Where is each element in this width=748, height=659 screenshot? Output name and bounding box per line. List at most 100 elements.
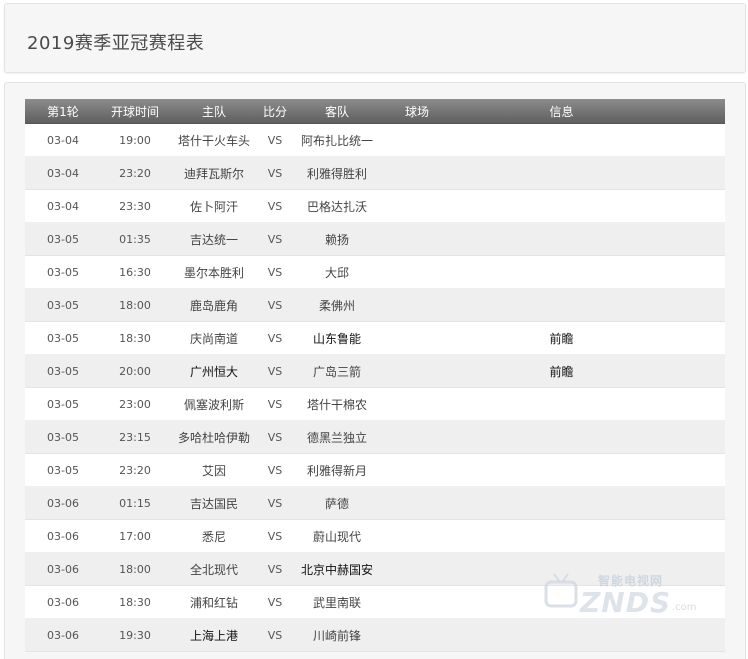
home-team[interactable]: 上海上港: [169, 627, 259, 644]
header-round[interactable]: 第1轮: [25, 103, 101, 120]
header-kickoff-time: 开球时间: [110, 104, 159, 119]
match-date: 03-05: [47, 265, 79, 279]
away-team[interactable]: 利雅得胜利: [291, 165, 383, 182]
match-date: 03-04: [47, 166, 79, 180]
match-date: 03-05: [47, 463, 79, 477]
kickoff-time: 18:30: [119, 331, 151, 345]
header-home-team: 主队: [201, 104, 226, 119]
schedule-table: 第1轮 开球时间 主队 比分 客队 球场 信息 03-04 19:00 塔什干火…: [25, 99, 725, 652]
score-vs: VS: [267, 166, 283, 180]
away-team[interactable]: 北京中赫国安: [291, 561, 383, 578]
kickoff-time: 19:30: [119, 628, 151, 642]
home-team[interactable]: 佐卜阿汗: [169, 198, 259, 215]
match-date: 03-05: [47, 298, 79, 312]
kickoff-time: 16:30: [119, 265, 151, 279]
match-date: 03-04: [47, 133, 79, 147]
match-date: 03-05: [47, 232, 79, 246]
home-team[interactable]: 墨尔本胜利: [169, 264, 259, 281]
preview-link[interactable]: 前瞻: [451, 330, 672, 347]
table-row: 03-04 23:20 迪拜瓦斯尔 VS 利雅得胜利: [25, 157, 725, 190]
kickoff-time: 23:15: [119, 430, 151, 444]
home-team[interactable]: 全北现代: [169, 561, 259, 578]
kickoff-time: 19:00: [119, 133, 151, 147]
home-team[interactable]: 吉达统一: [169, 231, 259, 248]
score-vs: VS: [267, 265, 283, 279]
match-date: 03-06: [47, 595, 79, 609]
score-vs: VS: [267, 595, 283, 609]
match-date: 03-06: [47, 496, 79, 510]
score-vs: VS: [267, 463, 283, 477]
kickoff-time: 23:20: [119, 166, 151, 180]
table-row: 03-04 19:00 塔什干火车头 VS 阿布扎比统一: [25, 124, 725, 157]
score-vs: VS: [267, 232, 283, 246]
table-row: 03-05 18:00 鹿岛鹿角 VS 柔佛州: [25, 289, 725, 322]
away-team[interactable]: 萨德: [291, 495, 383, 512]
away-team[interactable]: 塔什干棉农: [291, 396, 383, 413]
score-vs: VS: [267, 331, 283, 345]
table-row: 03-06 18:30 浦和红钻 VS 武里南联: [25, 586, 725, 619]
kickoff-time: 18:00: [119, 298, 151, 312]
header-info: 信息: [549, 104, 574, 119]
score-vs: VS: [267, 628, 283, 642]
home-team[interactable]: 迪拜瓦斯尔: [169, 165, 259, 182]
header-venue: 球场: [404, 104, 429, 119]
score-vs: VS: [267, 199, 283, 213]
away-team[interactable]: 德黑兰独立: [291, 429, 383, 446]
schedule-panel: 第1轮 开球时间 主队 比分 客队 球场 信息 03-04 19:00 塔什干火…: [4, 82, 746, 659]
kickoff-time: 18:00: [119, 562, 151, 576]
kickoff-time: 23:30: [119, 199, 151, 213]
score-vs: VS: [267, 562, 283, 576]
away-team[interactable]: 武里南联: [291, 594, 383, 611]
table-row: 03-05 01:35 吉达统一 VS 赖扬: [25, 223, 725, 256]
kickoff-time: 01:35: [119, 232, 151, 246]
kickoff-time: 17:00: [119, 529, 151, 543]
table-row: 03-05 18:30 庆尚南道 VS 山东鲁能 前瞻: [25, 322, 725, 355]
table-row: 03-05 20:00 广州恒大 VS 广岛三箭 前瞻: [25, 355, 725, 388]
away-team[interactable]: 大邱: [291, 264, 383, 281]
match-date: 03-06: [47, 529, 79, 543]
home-team[interactable]: 鹿岛鹿角: [169, 297, 259, 314]
table-row: 03-06 18:00 全北现代 VS 北京中赫国安: [25, 553, 725, 586]
score-vs: VS: [267, 364, 283, 378]
preview-link[interactable]: 前瞻: [451, 363, 672, 380]
table-row: 03-06 01:15 吉达国民 VS 萨德: [25, 487, 725, 520]
table-row: 03-06 19:30 上海上港 VS 川崎前锋: [25, 619, 725, 652]
home-team[interactable]: 塔什干火车头: [169, 132, 259, 149]
away-team[interactable]: 山东鲁能: [291, 330, 383, 347]
away-team[interactable]: 柔佛州: [291, 297, 383, 314]
match-date: 03-05: [47, 364, 79, 378]
table-header: 第1轮 开球时间 主队 比分 客队 球场 信息: [25, 99, 725, 124]
kickoff-time: 23:00: [119, 397, 151, 411]
match-date: 03-04: [47, 199, 79, 213]
away-team[interactable]: 川崎前锋: [291, 627, 383, 644]
kickoff-time: 23:20: [119, 463, 151, 477]
away-team[interactable]: 阿布扎比统一: [291, 132, 383, 149]
away-team[interactable]: 赖扬: [291, 231, 383, 248]
away-team[interactable]: 巴格达扎沃: [291, 198, 383, 215]
away-team[interactable]: 广岛三箭: [291, 363, 383, 380]
match-date: 03-06: [47, 562, 79, 576]
table-row: 03-05 23:15 多哈杜哈伊勒 VS 德黑兰独立: [25, 421, 725, 454]
home-team[interactable]: 广州恒大: [169, 363, 259, 380]
match-date: 03-05: [47, 430, 79, 444]
home-team[interactable]: 吉达国民: [169, 495, 259, 512]
match-date: 03-05: [47, 397, 79, 411]
home-team[interactable]: 庆尚南道: [169, 330, 259, 347]
score-vs: VS: [267, 496, 283, 510]
title-panel: 2019赛季亚冠赛程表: [4, 3, 746, 73]
table-row: 03-04 23:30 佐卜阿汗 VS 巴格达扎沃: [25, 190, 725, 223]
score-vs: VS: [267, 430, 283, 444]
home-team[interactable]: 悉尼: [169, 528, 259, 545]
header-away-team: 客队: [324, 104, 349, 119]
score-vs: VS: [267, 397, 283, 411]
away-team[interactable]: 利雅得新月: [291, 462, 383, 479]
table-row: 03-05 16:30 墨尔本胜利 VS 大邱: [25, 256, 725, 289]
match-date: 03-06: [47, 628, 79, 642]
away-team[interactable]: 蔚山现代: [291, 528, 383, 545]
home-team[interactable]: 浦和红钻: [169, 594, 259, 611]
home-team[interactable]: 多哈杜哈伊勒: [169, 429, 259, 446]
score-vs: VS: [267, 133, 283, 147]
home-team[interactable]: 佩塞波利斯: [169, 396, 259, 413]
home-team[interactable]: 艾因: [169, 462, 259, 479]
table-row: 03-05 23:20 艾因 VS 利雅得新月: [25, 454, 725, 487]
